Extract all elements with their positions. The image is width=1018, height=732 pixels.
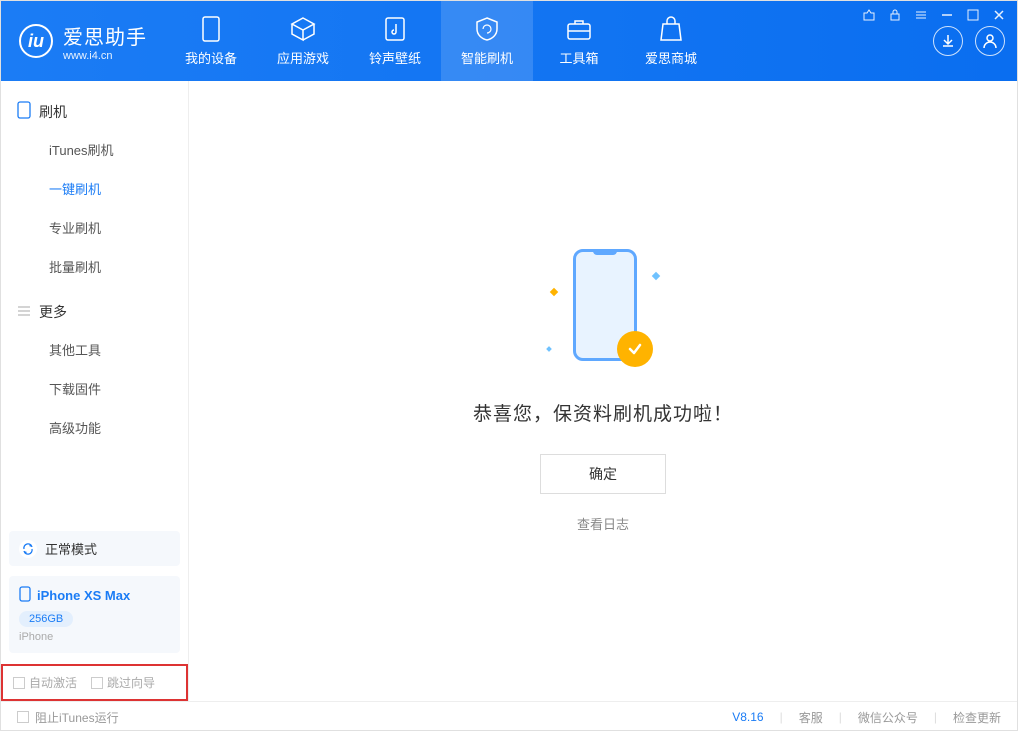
nav-label: 我的设备 — [185, 48, 237, 67]
flash-options-row: 自动激活 跳过向导 — [1, 664, 188, 701]
nav-label: 铃声壁纸 — [369, 48, 421, 67]
device-phone-icon — [19, 586, 31, 605]
nav-store[interactable]: 爱思商城 — [625, 1, 717, 81]
nav-flash[interactable]: 智能刷机 — [441, 1, 533, 81]
sync-icon — [19, 540, 37, 558]
download-button[interactable] — [933, 26, 963, 56]
menu-icon[interactable] — [914, 8, 928, 22]
app-title: 爱思助手 — [63, 21, 147, 50]
sidebar-item-batch-flash[interactable]: 批量刷机 — [1, 247, 188, 286]
sidebar: 刷机 iTunes刷机 一键刷机 专业刷机 批量刷机 更多 其他工具 下载固件 … — [1, 81, 189, 701]
sidebar-item-advanced[interactable]: 高级功能 — [1, 408, 188, 447]
device-storage-pill: 256GB — [19, 611, 73, 627]
cube-icon — [290, 16, 316, 42]
checkbox-icon — [17, 711, 29, 723]
maximize-button[interactable] — [966, 8, 980, 22]
check-update-link[interactable]: 检查更新 — [953, 709, 1001, 726]
checkbox-icon — [91, 677, 103, 689]
auto-activate-checkbox[interactable]: 自动激活 — [13, 674, 77, 691]
minimize-button[interactable] — [940, 8, 954, 22]
sparkle-icon — [546, 346, 552, 352]
nav-ringtone[interactable]: 铃声壁纸 — [349, 1, 441, 81]
device-name-label: iPhone XS Max — [37, 588, 130, 603]
success-check-icon — [617, 331, 653, 367]
success-message: 恭喜您，保资料刷机成功啦！ — [473, 399, 733, 426]
view-log-link[interactable]: 查看日志 — [577, 514, 629, 533]
list-icon — [17, 304, 31, 321]
device-type-label: iPhone — [19, 631, 170, 643]
sidebar-item-oneclick-flash[interactable]: 一键刷机 — [1, 169, 188, 208]
main-content: 恭喜您，保资料刷机成功啦！ 确定 查看日志 — [189, 81, 1017, 701]
device-panel: 正常模式 iPhone XS Max 256GB iPhone — [9, 531, 180, 653]
version-label: V8.16 — [732, 710, 763, 724]
app-header: iu 爱思助手 www.i4.cn 我的设备 应用游戏 铃声壁纸 智能刷机 工具… — [1, 1, 1017, 81]
app-logo-icon: iu — [19, 24, 53, 58]
footer-bar: 阻止iTunes运行 V8.16 | 客服 | 微信公众号 | 检查更新 — [1, 701, 1017, 732]
phone-outline-icon — [17, 101, 31, 122]
app-logo-block: iu 爱思助手 www.i4.cn — [1, 1, 165, 81]
sidebar-item-itunes-flash[interactable]: iTunes刷机 — [1, 130, 188, 169]
theme-icon[interactable] — [862, 8, 876, 22]
window-controls — [862, 8, 1006, 22]
sidebar-item-pro-flash[interactable]: 专业刷机 — [1, 208, 188, 247]
sidebar-item-other-tools[interactable]: 其他工具 — [1, 330, 188, 369]
nav-label: 爱思商城 — [645, 48, 697, 67]
wechat-link[interactable]: 微信公众号 — [858, 709, 918, 726]
sidebar-head-flash: 刷机 — [1, 93, 188, 130]
skip-guide-checkbox[interactable]: 跳过向导 — [91, 674, 155, 691]
block-itunes-checkbox[interactable]: 阻止iTunes运行 — [17, 709, 119, 726]
body-area: 刷机 iTunes刷机 一键刷机 专业刷机 批量刷机 更多 其他工具 下载固件 … — [1, 81, 1017, 701]
success-illustration — [543, 249, 663, 369]
nav-my-device[interactable]: 我的设备 — [165, 1, 257, 81]
sidebar-head-more: 更多 — [1, 294, 188, 330]
app-subtitle: www.i4.cn — [63, 50, 147, 62]
music-file-icon — [382, 16, 408, 42]
shield-refresh-icon — [474, 16, 500, 42]
sparkle-icon — [652, 272, 660, 280]
lock-icon[interactable] — [888, 8, 902, 22]
briefcase-icon — [566, 16, 592, 42]
phone-icon — [198, 16, 224, 42]
device-mode-row[interactable]: 正常模式 — [9, 531, 180, 566]
support-link[interactable]: 客服 — [799, 709, 823, 726]
checkbox-icon — [13, 677, 25, 689]
ok-button[interactable]: 确定 — [540, 454, 666, 494]
nav-apps[interactable]: 应用游戏 — [257, 1, 349, 81]
top-nav: 我的设备 应用游戏 铃声壁纸 智能刷机 工具箱 爱思商城 — [165, 1, 717, 81]
nav-toolbox[interactable]: 工具箱 — [533, 1, 625, 81]
nav-label: 应用游戏 — [277, 48, 329, 67]
sidebar-item-download-firmware[interactable]: 下载固件 — [1, 369, 188, 408]
device-mode-label: 正常模式 — [45, 539, 97, 558]
nav-label: 工具箱 — [559, 48, 598, 67]
user-button[interactable] — [975, 26, 1005, 56]
sparkle-icon — [550, 288, 558, 296]
close-button[interactable] — [992, 8, 1006, 22]
shopping-bag-icon — [658, 16, 684, 42]
device-info-row[interactable]: iPhone XS Max 256GB iPhone — [9, 576, 180, 653]
nav-label: 智能刷机 — [461, 48, 513, 67]
